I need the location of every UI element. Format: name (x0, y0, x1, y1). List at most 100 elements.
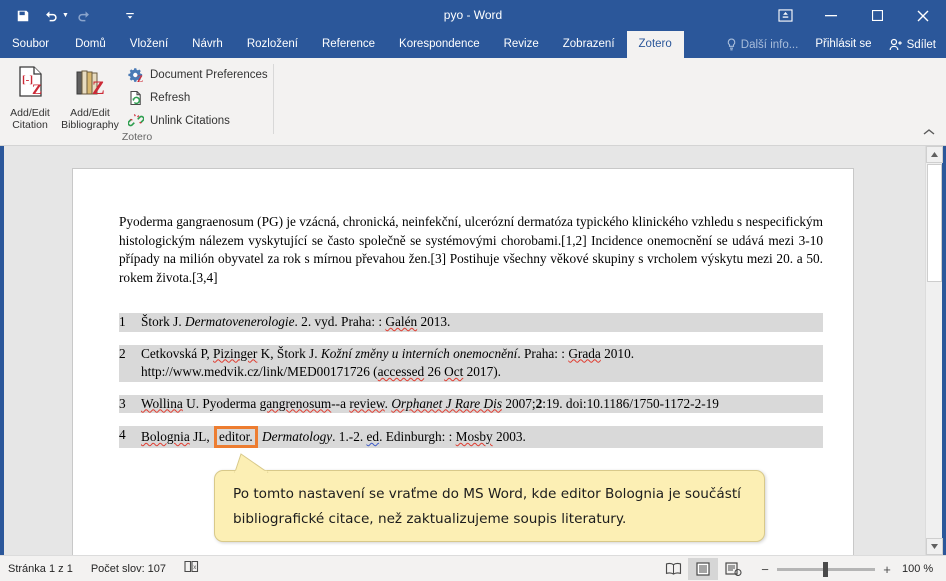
bib-number: 1 (119, 314, 126, 329)
tab-soubor[interactable]: Soubor (0, 31, 63, 58)
bib-part: 2017). (463, 364, 501, 379)
save-icon[interactable] (10, 3, 36, 29)
undo-dropdown-icon[interactable]: ▼ (62, 12, 69, 19)
bib-part: . Edinburgh: : (379, 429, 456, 444)
zoom-thumb[interactable] (823, 561, 828, 577)
bib-part: . 1.-2. (332, 429, 367, 444)
bib-part: . Praha: : (517, 345, 569, 361)
refresh-button[interactable]: Refresh (128, 88, 268, 107)
bib-part-misspelled: Galén (385, 314, 418, 329)
quick-access-toolbar: ▼ (10, 0, 143, 31)
bib-part-misspelled: Oct (444, 364, 464, 379)
maximize-button[interactable] (854, 0, 900, 31)
customize-quick-access-icon[interactable] (117, 3, 143, 29)
bibliography-entry-1[interactable]: 1 Štork J. Dermatovenerologie. 2. vyd. P… (119, 313, 823, 332)
bib-part-misspelled: Pizinger (213, 345, 258, 361)
unlink-citations-button[interactable]: Unlink Citations (128, 111, 268, 130)
undo-icon[interactable] (38, 3, 64, 29)
ribbon-display-options-button[interactable] (762, 0, 808, 31)
share-button[interactable]: Sdílet (880, 31, 946, 58)
minimize-button[interactable] (808, 0, 854, 31)
sign-in-button[interactable]: Přihlásit se (806, 31, 880, 58)
zoom-slider[interactable]: − + (760, 561, 892, 577)
bibliography-entry-4[interactable]: 4 Bolognia JL, editor. Dermatology. 1.-2… (119, 426, 823, 448)
collapse-ribbon-button[interactable] (920, 123, 938, 141)
scroll-down-button[interactable] (926, 538, 943, 555)
close-button[interactable] (900, 0, 946, 31)
bib-part-misspelled: accessed (377, 364, 425, 379)
tell-me-label: Další info... (740, 38, 799, 51)
proofing-errors-icon[interactable]: x (184, 560, 200, 578)
bib-part-misspelled: Mosby (455, 429, 493, 444)
share-person-icon (889, 38, 902, 51)
bib-number: 4 (119, 427, 126, 442)
zoom-out-button[interactable]: − (760, 562, 770, 577)
bib-part: . 2. vyd. Praha: : (294, 314, 386, 329)
scrollbar-thumb[interactable] (927, 164, 942, 282)
bib-text: Bolognia JL, editor. Dermatology. 1.-2. … (141, 426, 823, 448)
word-count[interactable]: Počet slov: 107 (91, 563, 166, 575)
tell-me-search[interactable]: Další info... (718, 31, 807, 58)
bib-part: 2007; (502, 395, 536, 411)
svg-text:x: x (193, 565, 196, 571)
vertical-scrollbar[interactable] (925, 146, 943, 555)
zoom-in-button[interactable]: + (882, 562, 892, 577)
ribbon-tabs: Soubor Domů Vložení Návrh Rozložení Refe… (0, 31, 684, 58)
refresh-icon (130, 90, 141, 105)
scroll-up-button[interactable] (926, 146, 943, 163)
bibliography-entry-2[interactable]: 2 Cetkovská P, Pizinger K, Štork J. Kožn… (119, 344, 823, 382)
annotation-callout: Po tomto nastavení se vraťme do MS Word,… (214, 453, 765, 542)
add-edit-citation-label-1: Add/Edit (10, 107, 50, 119)
annotation-callout-text: Po tomto nastavení se vraťme do MS Word,… (233, 486, 741, 527)
caret-down-icon (931, 544, 938, 549)
chevron-up-icon (923, 129, 935, 135)
tab-vlozeni[interactable]: Vložení (118, 31, 180, 58)
bib-text: Štork J. Dermatovenerologie. 2. vyd. Pra… (141, 313, 823, 332)
bib-part-misspelled: Grada (568, 345, 601, 361)
add-edit-bibliography-label-1: Add/Edit (70, 107, 110, 119)
tab-korespondence[interactable]: Korespondence (387, 31, 492, 58)
status-bar: Stránka 1 z 1 Počet slov: 107 x − + 100 … (0, 555, 946, 581)
page-indicator[interactable]: Stránka 1 z 1 (8, 563, 73, 575)
ribbon-small-commands: Z Document Preferences Refresh Unlink Ci… (128, 60, 268, 130)
tab-zobrazeni[interactable]: Zobrazení (551, 31, 627, 58)
bib-part-italic: Orphanet J Rare Dis (391, 395, 502, 411)
add-edit-bibliography-icon: Z (76, 70, 105, 99)
add-edit-citation-button[interactable]: [-] Z Add/Edit Citation (0, 60, 60, 131)
share-label: Sdílet (906, 38, 936, 51)
document-workspace: Pyoderma gangraenosum (PG) je vzácná, ch… (4, 146, 942, 555)
document-preferences-button[interactable]: Z Document Preferences (128, 65, 268, 84)
ribbon-group-zotero: [-] Z Add/Edit Citation Z Add/Edit Bibli… (0, 58, 274, 145)
bib-part: 26 (424, 364, 445, 379)
bib-part: Štork J. (141, 314, 185, 329)
bibliography-field[interactable]: 1 Štork J. Dermatovenerologie. 2. vyd. P… (119, 313, 823, 448)
document-paragraph: Pyoderma gangraenosum (PG) je vzácná, ch… (119, 214, 823, 285)
document-preferences-icon: Z (128, 67, 143, 83)
web-layout-view-button[interactable] (718, 558, 748, 580)
zoom-percent[interactable]: 100 % (902, 563, 938, 575)
tab-navrh[interactable]: Návrh (180, 31, 235, 58)
unlink-citations-icon (128, 113, 144, 126)
add-edit-citation-label-2: Citation (12, 119, 48, 131)
tab-domu[interactable]: Domů (63, 31, 118, 58)
add-edit-bibliography-button[interactable]: Z Add/Edit Bibliography (60, 60, 120, 131)
editor-highlight-box[interactable]: editor. (214, 426, 258, 448)
tab-zotero[interactable]: Zotero (626, 31, 684, 58)
title-bar: pyo - Word ▼ (0, 0, 946, 31)
read-mode-view-button[interactable] (658, 558, 688, 580)
tab-revize[interactable]: Revize (492, 31, 551, 58)
bib-part: K, Štork J. (257, 345, 321, 361)
svg-text:Z: Z (32, 82, 42, 98)
bib-part: 2003. (492, 429, 526, 444)
bibliography-entry-3[interactable]: 3 Wollina U. Pyoderma gangrenosum--a rev… (119, 394, 823, 413)
zoom-track[interactable] (777, 561, 875, 577)
tab-rozlozeni[interactable]: Rozložení (235, 31, 310, 58)
lightbulb-icon (727, 38, 736, 51)
tab-reference[interactable]: Reference (310, 31, 387, 58)
window-controls (762, 0, 946, 31)
ribbon-group-separator (273, 64, 274, 134)
document-content: Pyoderma gangraenosum (PG) je vzácná, ch… (119, 213, 823, 461)
add-edit-bibliography-label-2: Bibliography (61, 119, 119, 131)
ribbon-tab-bar: Soubor Domů Vložení Návrh Rozložení Refe… (0, 31, 946, 58)
print-layout-view-button[interactable] (688, 558, 718, 580)
